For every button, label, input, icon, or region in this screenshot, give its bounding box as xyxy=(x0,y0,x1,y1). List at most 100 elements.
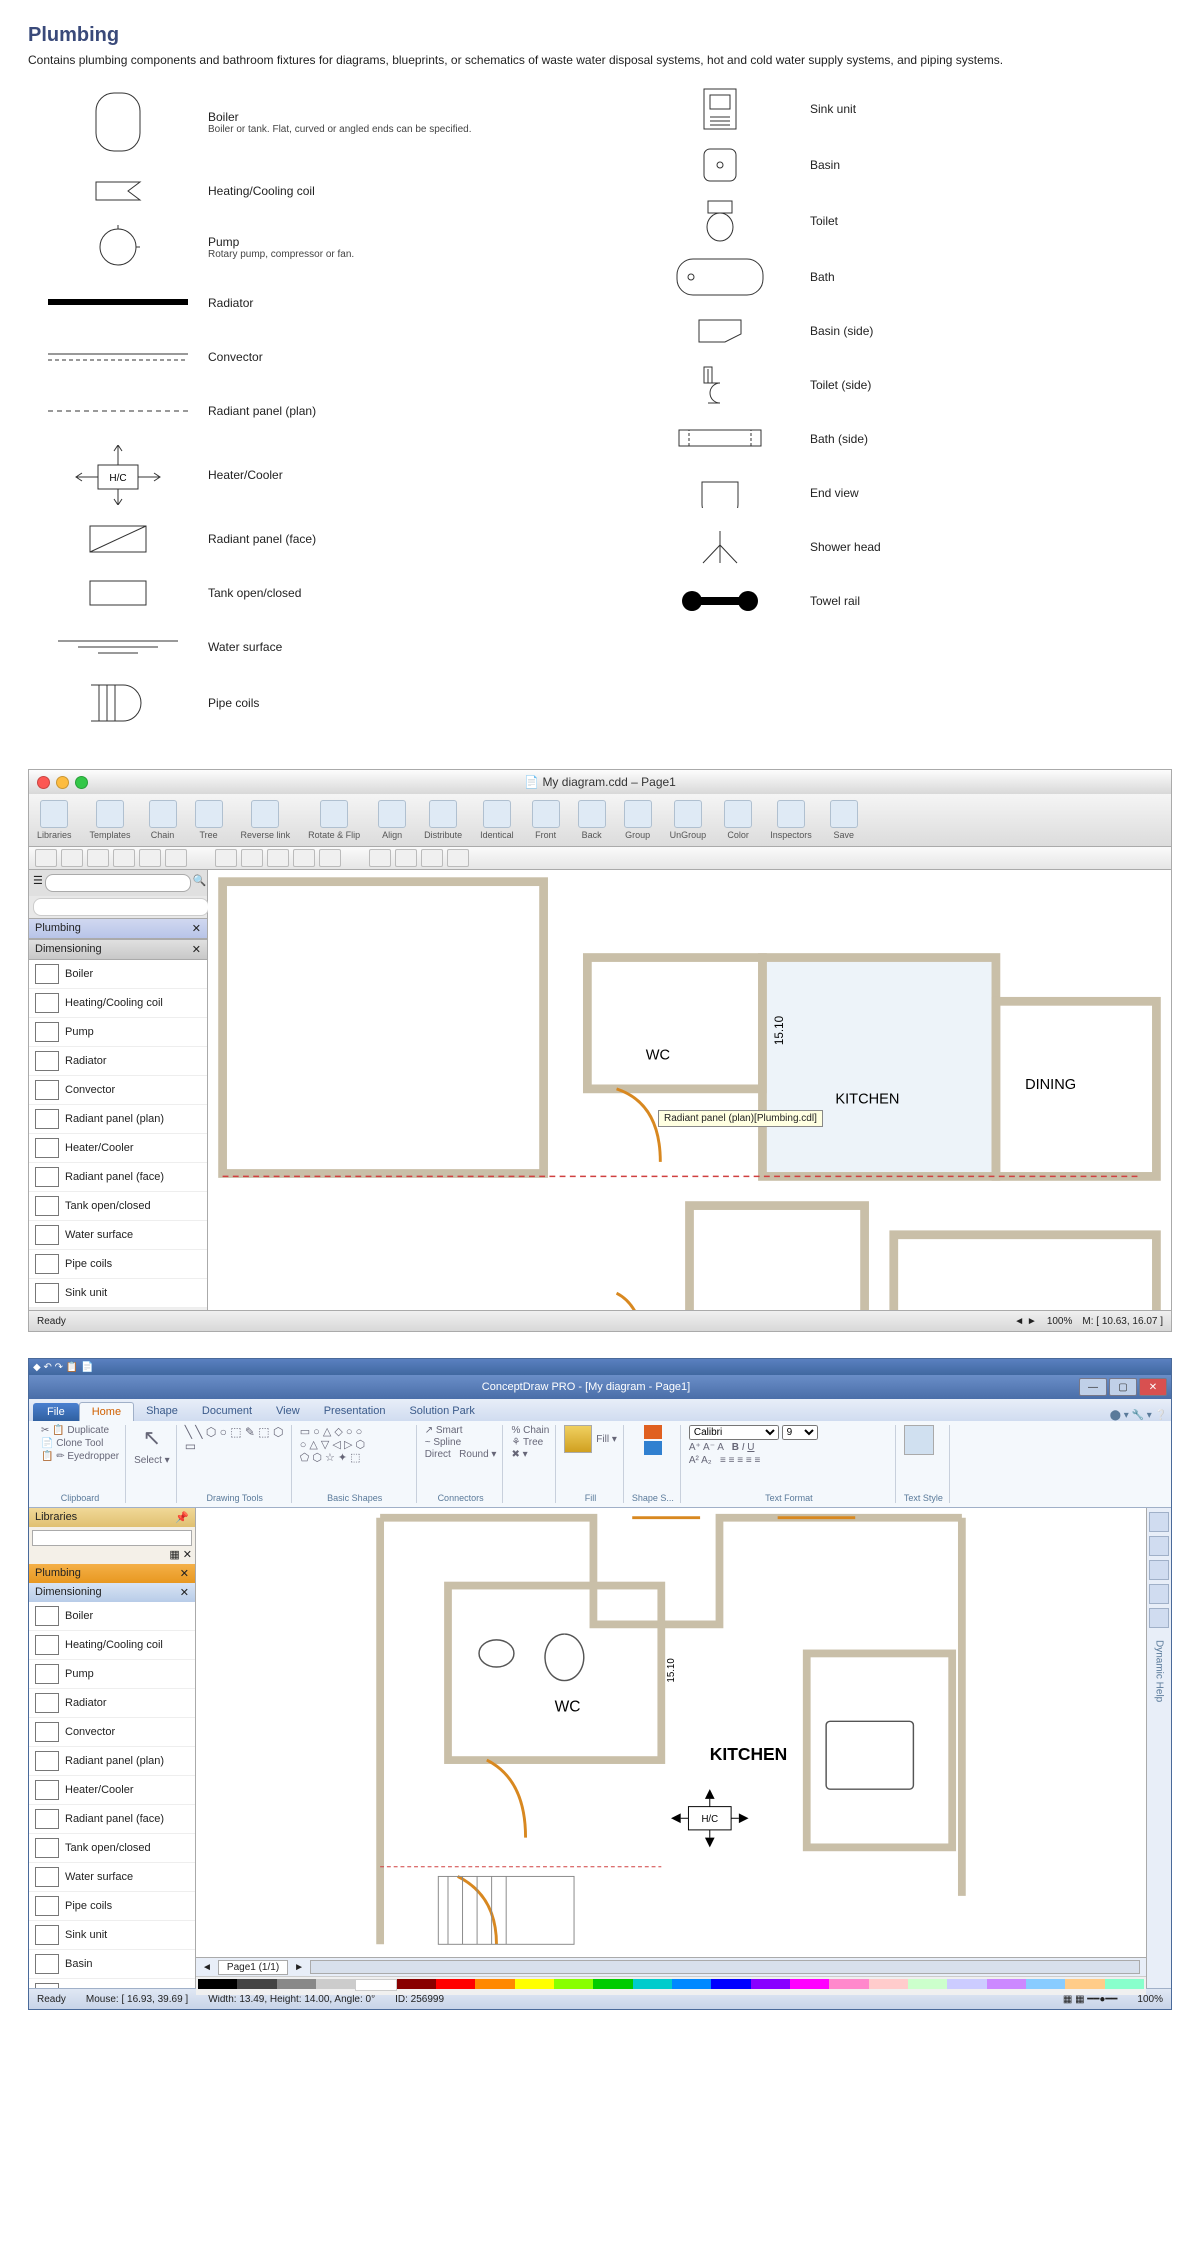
tab-home[interactable]: Home xyxy=(79,1402,134,1421)
toolbar-group[interactable]: Group xyxy=(624,800,652,840)
library-search-input[interactable] xyxy=(32,1530,192,1546)
library-item[interactable]: Sink unit xyxy=(29,1921,195,1950)
tab-presentation[interactable]: Presentation xyxy=(312,1402,398,1421)
toolbar-ungroup[interactable]: UnGroup xyxy=(670,800,707,840)
chain-button[interactable]: % Chain xyxy=(511,1425,549,1436)
toolbar-identical[interactable]: Identical xyxy=(480,800,514,840)
sidebar-header-dimensioning[interactable]: Dimensioning✕ xyxy=(29,939,207,960)
fontsize-select[interactable]: 9 xyxy=(782,1425,818,1440)
select-dropdown[interactable]: Select ▾ xyxy=(134,1455,170,1466)
library-item[interactable]: Convector xyxy=(29,1076,207,1105)
toolbar-inspectors[interactable]: Inspectors xyxy=(770,800,812,840)
close-button[interactable]: ✕ xyxy=(1139,1378,1167,1396)
toolbar-templates[interactable]: Templates xyxy=(90,800,131,840)
library-item[interactable]: Pipe coils xyxy=(29,1250,207,1279)
toolbar-button[interactable] xyxy=(369,849,391,867)
library-item[interactable]: Boiler xyxy=(29,1602,195,1631)
toolbar-button[interactable] xyxy=(113,849,135,867)
mac-canvas[interactable]: WC KITCHEN DINING ENTRY LIVING UP 15.10 … xyxy=(208,870,1171,1310)
library-item[interactable]: Basin xyxy=(29,1950,195,1979)
library-item[interactable]: Convector xyxy=(29,1718,195,1747)
connector-more[interactable]: ✖ ▾ xyxy=(511,1449,527,1460)
toolbar-button[interactable] xyxy=(61,849,83,867)
toolbar-button[interactable] xyxy=(447,849,469,867)
library-item[interactable]: Radiator xyxy=(29,1047,207,1076)
library-item[interactable]: Tank open/closed xyxy=(29,1834,195,1863)
horizontal-scrollbar[interactable] xyxy=(310,1960,1140,1974)
smart-connector[interactable]: ↗ Smart xyxy=(425,1425,463,1436)
list-icon[interactable]: ☰ xyxy=(33,874,43,892)
round-connector[interactable]: Round xyxy=(459,1449,488,1460)
library-item[interactable]: Pump xyxy=(29,1018,207,1047)
toolbar-back[interactable]: Back xyxy=(578,800,606,840)
toolbar-button[interactable] xyxy=(165,849,187,867)
toolbar-front[interactable]: Front xyxy=(532,800,560,840)
eyedropper-button[interactable]: 📋 ✏ Eyedropper xyxy=(41,1451,119,1462)
tab-document[interactable]: Document xyxy=(190,1402,264,1421)
tab-shape[interactable]: Shape xyxy=(134,1402,190,1421)
file-menu[interactable]: File xyxy=(33,1403,79,1421)
page-tab[interactable]: Page1 (1/1) xyxy=(218,1960,288,1975)
text-style-button[interactable] xyxy=(904,1425,934,1455)
fill-button[interactable] xyxy=(564,1425,592,1453)
close-icon[interactable]: ✕ xyxy=(183,1549,192,1561)
search-icon[interactable]: 🔍 xyxy=(193,874,207,892)
sidebar-header-plumbing[interactable]: Plumbing✕ xyxy=(29,1564,195,1583)
grid-icon[interactable]: ▦ xyxy=(169,1549,179,1561)
duplicate-button[interactable]: ✂ 📋 Duplicate xyxy=(41,1425,109,1436)
library-item[interactable]: Water surface xyxy=(29,1221,207,1250)
library-item[interactable]: Radiant panel (plan) xyxy=(29,1105,207,1134)
library-item[interactable]: Radiant panel (face) xyxy=(29,1163,207,1192)
library-item[interactable]: Pump xyxy=(29,1660,195,1689)
library-item[interactable]: Heater/Cooler xyxy=(29,1134,207,1163)
library-item[interactable]: Pipe coils xyxy=(29,1892,195,1921)
library-item[interactable]: Heater/Cooler xyxy=(29,1776,195,1805)
toolbar-button[interactable] xyxy=(267,849,289,867)
toolbar-rotate-flip[interactable]: Rotate & Flip xyxy=(308,800,360,840)
align-buttons[interactable]: A² A₂ ≡ ≡ ≡ ≡ ≡ xyxy=(689,1455,760,1466)
library-item[interactable]: Heating/Cooling coil xyxy=(29,989,207,1018)
library-item[interactable]: Radiant panel (face) xyxy=(29,1805,195,1834)
panel-icon[interactable] xyxy=(1149,1512,1169,1532)
panel-icon[interactable] xyxy=(1149,1584,1169,1604)
filter-input[interactable] xyxy=(33,898,209,916)
direct-connector[interactable]: Direct xyxy=(425,1449,451,1460)
minimize-button[interactable]: — xyxy=(1079,1378,1107,1396)
sidebar-header-plumbing[interactable]: Plumbing✕ xyxy=(29,918,207,939)
shape-style-2[interactable] xyxy=(644,1441,662,1455)
toolbar-button[interactable] xyxy=(215,849,237,867)
panel-icon[interactable] xyxy=(1149,1536,1169,1556)
toolbar-button[interactable] xyxy=(395,849,417,867)
toolbar-distribute[interactable]: Distribute xyxy=(424,800,462,840)
scroll-right[interactable]: ► xyxy=(294,1962,304,1973)
toolbar-button[interactable] xyxy=(139,849,161,867)
toolbar-libraries[interactable]: Libraries xyxy=(37,800,72,840)
panel-icon[interactable] xyxy=(1149,1560,1169,1580)
library-item[interactable]: Toilet xyxy=(29,1979,195,1988)
toolbar-button[interactable] xyxy=(293,849,315,867)
toolbar-reverse-link[interactable]: Reverse link xyxy=(241,800,291,840)
scroll-left[interactable]: ◄ xyxy=(202,1962,212,1973)
library-item[interactable]: Radiator xyxy=(29,1689,195,1718)
close-icon[interactable]: ✕ xyxy=(192,922,201,935)
color-palette[interactable] xyxy=(196,1976,1146,1995)
toolbar-button[interactable] xyxy=(319,849,341,867)
search-input[interactable] xyxy=(45,874,191,892)
tree-button[interactable]: ⚘ Tree xyxy=(511,1437,543,1448)
library-item[interactable]: Radiant panel (plan) xyxy=(29,1747,195,1776)
toolbar-chain[interactable]: Chain xyxy=(149,800,177,840)
tab-view[interactable]: View xyxy=(264,1402,312,1421)
library-item[interactable]: Heating/Cooling coil xyxy=(29,1631,195,1660)
toolbar-tree[interactable]: Tree xyxy=(195,800,223,840)
tab-solution-park[interactable]: Solution Park xyxy=(397,1402,486,1421)
sidebar-header-dimensioning[interactable]: Dimensioning✕ xyxy=(29,1583,195,1602)
library-item[interactable]: Sink unit xyxy=(29,1279,207,1308)
toolbar-button[interactable] xyxy=(241,849,263,867)
shape-style-1[interactable] xyxy=(644,1425,662,1439)
toolbar-align[interactable]: Align xyxy=(378,800,406,840)
toolbar-save[interactable]: Save xyxy=(830,800,858,840)
toolbar-button[interactable] xyxy=(87,849,109,867)
clone-tool-button[interactable]: 📄 Clone Tool xyxy=(41,1438,103,1449)
close-icon[interactable]: ✕ xyxy=(192,943,201,956)
maximize-button[interactable]: ▢ xyxy=(1109,1378,1137,1396)
